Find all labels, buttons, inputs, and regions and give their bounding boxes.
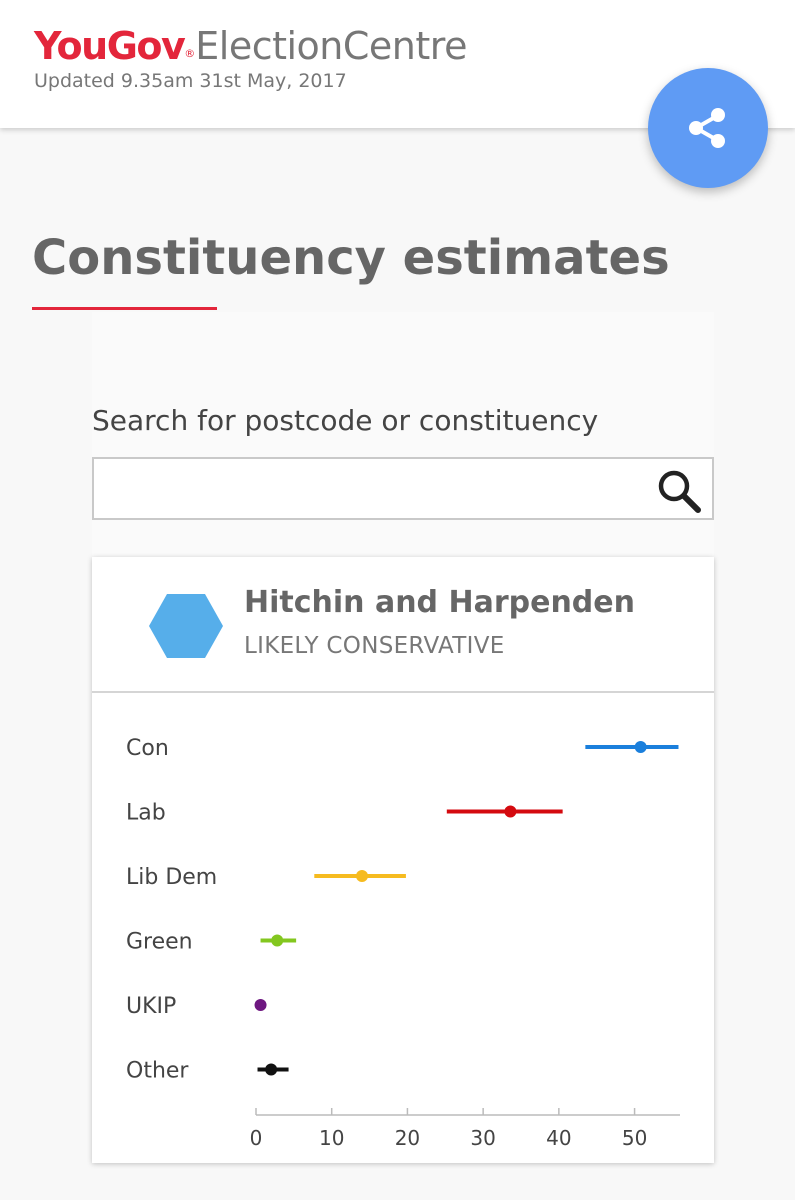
brand-registered-mark: ® (184, 47, 196, 60)
x-tick-label: 10 (319, 1126, 344, 1150)
party-label: Other (126, 1059, 189, 1084)
constituency-card-header: Hitchin and Harpenden LIKELY CONSERVATIV… (92, 557, 714, 693)
x-tick-label: 40 (546, 1126, 571, 1150)
constituency-name: Hitchin and Harpenden (244, 585, 635, 620)
estimate-point (254, 999, 267, 1011)
brand-logo[interactable]: YouGov®ElectionCentre (34, 22, 467, 70)
party-row-ukip: UKIP (126, 994, 267, 1019)
estimate-point (271, 934, 284, 947)
constituency-status: LIKELY CONSERVATIVE (244, 633, 505, 659)
search-input[interactable] (106, 469, 646, 509)
brand-election-centre: ElectionCentre (195, 24, 467, 68)
party-row-other: Other (126, 1059, 289, 1084)
estimate-point (265, 1063, 278, 1076)
party-row-lab: Lab (126, 801, 563, 826)
party-row-con: Con (126, 736, 679, 761)
party-label: Lib Dem (126, 865, 217, 890)
party-label: Con (126, 736, 169, 761)
x-tick-label: 30 (470, 1126, 495, 1150)
x-tick-label: 0 (250, 1126, 263, 1150)
share-icon (689, 108, 725, 148)
brand-you: You (34, 24, 108, 68)
party-label: Green (126, 930, 193, 955)
share-button[interactable] (648, 68, 768, 188)
updated-timestamp: Updated 9.35am 31st May, 2017 (34, 70, 347, 92)
estimate-point (634, 741, 647, 753)
party-label: Lab (126, 801, 166, 826)
x-tick-label: 50 (622, 1126, 647, 1150)
constituency-card: Hitchin and Harpenden LIKELY CONSERVATIV… (92, 557, 714, 1163)
search-label: Search for postcode or constituency (92, 404, 599, 437)
page-title: Constituency estimates (32, 230, 670, 286)
magnifier-icon[interactable] (656, 468, 702, 514)
estimate-point (504, 805, 517, 818)
title-underline (32, 307, 217, 310)
party-row-green: Green (126, 930, 297, 955)
party-row-lib-dem: Lib Dem (126, 865, 406, 890)
estimate-point (356, 870, 368, 882)
hexagon-icon (149, 594, 223, 658)
party-label: UKIP (126, 994, 176, 1019)
search-box[interactable] (92, 457, 714, 520)
x-tick-label: 20 (395, 1126, 420, 1150)
brand-gov: Gov (106, 24, 186, 68)
vote-share-chart: Con Lab Lib Dem Green UKIP Other 0 10 20 30 40 50 (126, 736, 680, 1150)
